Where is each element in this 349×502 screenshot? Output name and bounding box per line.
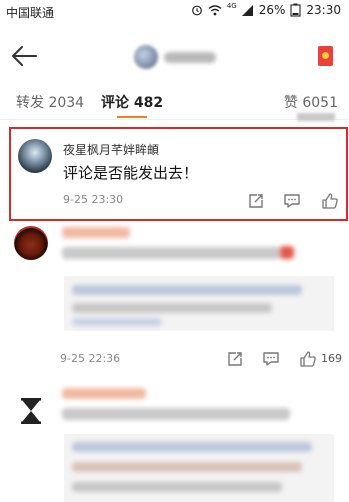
tab-likes[interactable]: 赞 6051 (284, 92, 338, 112)
tab-comments[interactable]: 评论 482 (101, 92, 163, 112)
author-name-blurred[interactable] (164, 52, 216, 63)
sort-option-blurred[interactable] (297, 113, 335, 121)
avatar[interactable] (14, 226, 48, 260)
red-envelope-icon[interactable] (318, 46, 333, 66)
comment-author-name-blurred[interactable] (62, 388, 146, 399)
reply-preview-line (72, 482, 282, 492)
top-bar (0, 24, 349, 86)
back-arrow-icon[interactable] (10, 44, 38, 68)
like-count: 169 (321, 352, 342, 365)
wifi-icon (208, 5, 222, 16)
emoji-blurred (280, 246, 294, 259)
comment-author-name[interactable]: 夜星枫月芊姅眸頔 (63, 141, 159, 158)
like-icon[interactable] (321, 192, 339, 210)
carrier-label: 中国联通 (6, 6, 55, 20)
active-tab-indicator (117, 116, 147, 118)
network-type-label: 4G (226, 2, 237, 10)
comment-text-blurred (62, 408, 290, 420)
comment-text-blurred (62, 247, 282, 259)
avatar[interactable] (14, 394, 48, 428)
reply-preview-line (72, 442, 312, 452)
highlighted-comment: 夜星枫月芊姅眸頔 评论是否能发出去！ 9-25 23:30 (9, 127, 348, 221)
comment-text: 评论是否能发出去！ (63, 164, 199, 182)
comment-time: 9-25 23:30 (63, 193, 124, 206)
alarm-icon (191, 5, 202, 16)
battery-icon (290, 3, 301, 17)
reply-preview-line (72, 462, 302, 472)
like-icon[interactable] (299, 350, 317, 368)
share-icon[interactable] (226, 350, 244, 368)
avatar[interactable] (18, 139, 52, 173)
reply-preview-line (72, 285, 302, 295)
reply-preview-line (72, 303, 272, 313)
share-icon[interactable] (247, 192, 265, 210)
tab-repost[interactable]: 转发 2034 (16, 92, 84, 112)
clock: 23:30 (306, 3, 341, 17)
reply-preview-line (72, 318, 162, 326)
reply-icon[interactable] (283, 192, 301, 210)
comment-time: 9-25 22:36 (60, 352, 121, 365)
reply-icon[interactable] (262, 350, 280, 368)
status-bar: 中国联通 4G 26% 23:30 (0, 0, 349, 22)
avatar[interactable] (134, 45, 158, 69)
battery-percent: 26% (258, 3, 286, 17)
comment-author-name-blurred[interactable] (62, 227, 130, 238)
signal-icon (241, 4, 253, 16)
